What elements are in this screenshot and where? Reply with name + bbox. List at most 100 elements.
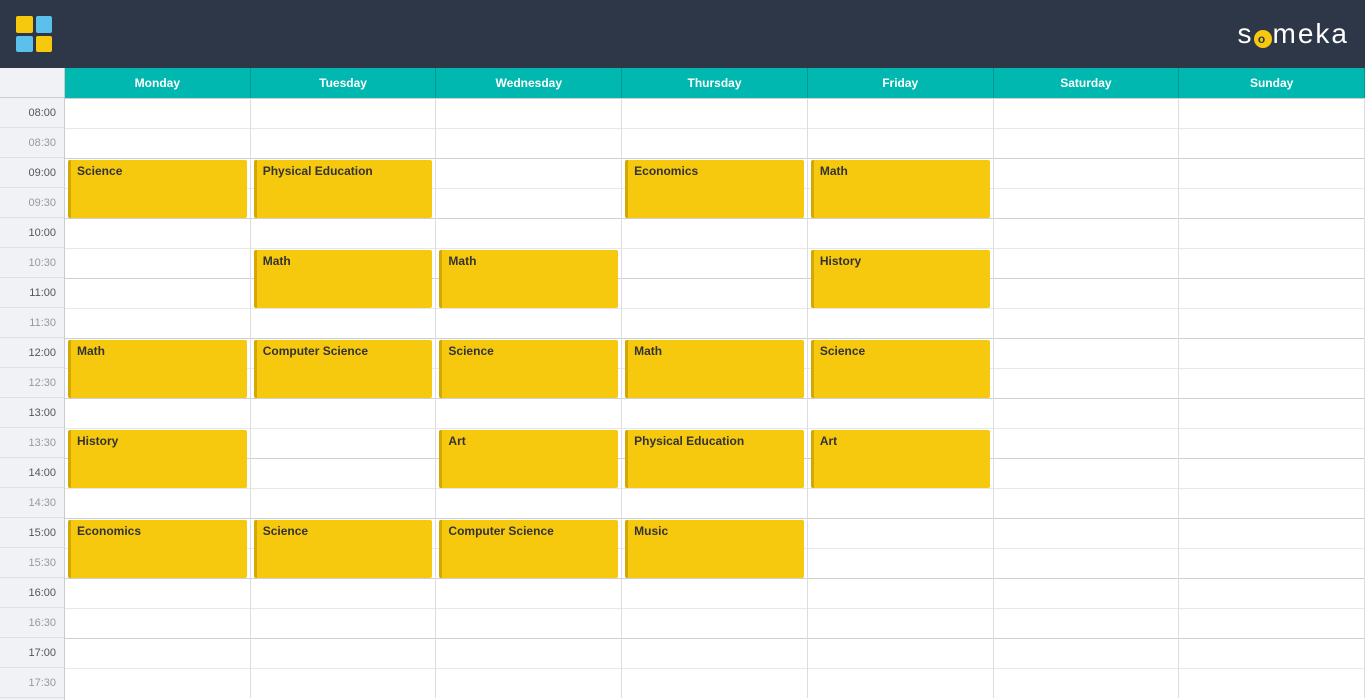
- grid-line: [436, 338, 621, 339]
- time-slot-0900: 09:00: [0, 158, 64, 188]
- time-slot-1230: 12:30: [0, 368, 64, 398]
- event-block-9: Science: [439, 340, 618, 398]
- schedule-body: ScienceMathHistoryEconomicsPhysical Educ…: [65, 98, 1365, 700]
- grid-line: [622, 218, 807, 219]
- day-column-saturday: [994, 98, 1180, 698]
- grid-line: [65, 428, 250, 429]
- day-column-friday: Math History Science Art: [808, 98, 994, 698]
- days-grid: MondayTuesdayWednesdayThursdayFridaySatu…: [65, 68, 1365, 700]
- grid-line: [808, 248, 993, 249]
- event-block-7: Math: [68, 340, 247, 398]
- grid-line: [436, 668, 621, 669]
- day-column-thursday: EconomicsMathPhysical EducationMusic: [622, 98, 808, 698]
- grid-line: [251, 158, 436, 159]
- grid-line: [622, 248, 807, 249]
- grid-line: [808, 128, 993, 129]
- grid-line: [251, 398, 436, 399]
- grid-line: [65, 248, 250, 249]
- grid-line: [1179, 398, 1364, 399]
- time-slot-1000: 10:00: [0, 218, 64, 248]
- grid-line: [808, 518, 993, 519]
- grid-line: [1179, 578, 1364, 579]
- brand-logo: someka: [1238, 18, 1349, 50]
- grid-line: [1179, 188, 1364, 189]
- grid-line: [65, 98, 250, 99]
- grid-line: [808, 308, 993, 309]
- time-slot-1300: 13:00: [0, 398, 64, 428]
- grid-line: [808, 398, 993, 399]
- time-slot-1100: 11:00: [0, 278, 64, 308]
- event-block-18: Computer Science: [439, 520, 618, 578]
- grid-line: [622, 98, 807, 99]
- grid-line: [994, 458, 1179, 459]
- event-block-17: Science: [254, 520, 433, 578]
- grid-line: [251, 518, 436, 519]
- grid-line: [622, 518, 807, 519]
- grid-line: [622, 638, 807, 639]
- day-column-wednesday: MathScienceArtComputer Science: [436, 98, 622, 698]
- time-slot-0830: 08:30: [0, 128, 64, 158]
- grid-line: [251, 218, 436, 219]
- grid-line: [436, 578, 621, 579]
- grid-line: [622, 278, 807, 279]
- event-block-0: Science: [68, 160, 247, 218]
- grid-line: [808, 608, 993, 609]
- event-block-6: History: [811, 250, 990, 308]
- grid-line: [994, 248, 1179, 249]
- grid-line: [622, 128, 807, 129]
- grid-line: [436, 248, 621, 249]
- time-slot-1700: 17:00: [0, 638, 64, 668]
- grid-line: [622, 158, 807, 159]
- grid-line: [994, 608, 1179, 609]
- event-block-2: Economics: [625, 160, 804, 218]
- event-block-15: Art: [811, 430, 990, 488]
- grid-line: [808, 338, 993, 339]
- grid-line: [1179, 638, 1364, 639]
- grid-line: [808, 98, 993, 99]
- event-block-19: Music: [625, 520, 804, 578]
- grid-line: [65, 278, 250, 279]
- day-header-wednesday: Wednesday: [436, 68, 622, 99]
- grid-line: [994, 368, 1179, 369]
- grid-line: [1179, 368, 1364, 369]
- grid-line: [436, 398, 621, 399]
- grid-line: [65, 308, 250, 309]
- grid-line: [1179, 548, 1364, 549]
- event-block-1: Physical Education: [254, 160, 433, 218]
- grid-line: [251, 608, 436, 609]
- grid-line: [251, 668, 436, 669]
- day-header-monday: Monday: [65, 68, 251, 99]
- day-header-tuesday: Tuesday: [251, 68, 437, 99]
- grid-line: [1179, 128, 1364, 129]
- grid-line: [65, 338, 250, 339]
- grid-line: [1179, 278, 1364, 279]
- grid-line: [994, 98, 1179, 99]
- grid-line: [65, 608, 250, 609]
- grid-line: [1179, 218, 1364, 219]
- grid-line: [436, 638, 621, 639]
- grid-line: [436, 158, 621, 159]
- grid-line: [65, 638, 250, 639]
- time-header: [0, 68, 64, 98]
- grid-line: [1179, 308, 1364, 309]
- time-slot-1400: 14:00: [0, 458, 64, 488]
- grid-line: [251, 338, 436, 339]
- grid-line: [622, 488, 807, 489]
- time-slot-1600: 16:00: [0, 578, 64, 608]
- grid-line: [1179, 248, 1364, 249]
- grid-line: [994, 578, 1179, 579]
- grid-line: [994, 488, 1179, 489]
- grid-line: [622, 308, 807, 309]
- time-slot-1200: 12:00: [0, 338, 64, 368]
- day-column-tuesday: Physical EducationMathComputer ScienceSc…: [251, 98, 437, 698]
- grid-line: [65, 158, 250, 159]
- time-slot-0930: 09:30: [0, 188, 64, 218]
- grid-line: [994, 638, 1179, 639]
- event-block-11: Science: [811, 340, 990, 398]
- grid-line: [436, 428, 621, 429]
- grid-line: [622, 338, 807, 339]
- grid-line: [65, 578, 250, 579]
- grid-line: [994, 548, 1179, 549]
- event-block-3: Math: [811, 160, 990, 218]
- event-block-12: History: [68, 430, 247, 488]
